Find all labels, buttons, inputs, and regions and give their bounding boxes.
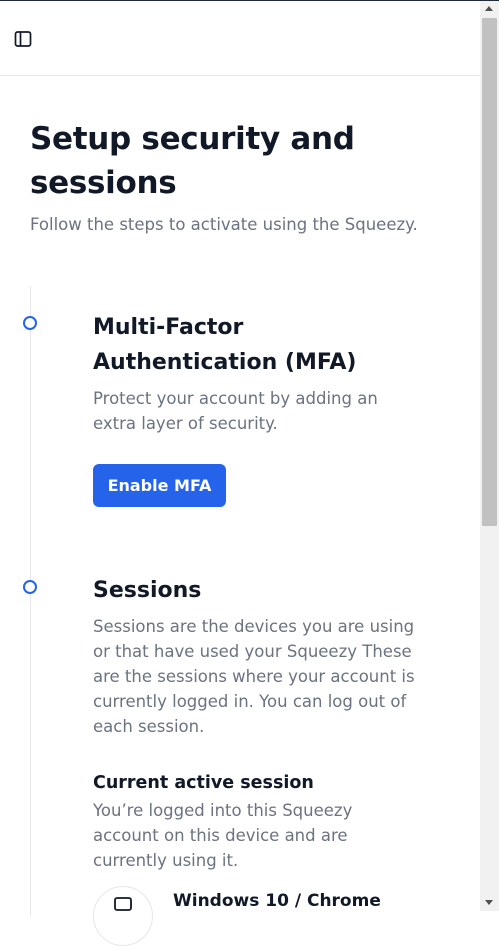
enable-mfa-button[interactable]: Enable MFA: [93, 464, 226, 507]
sessions-step-title: Sessions: [93, 578, 202, 603]
current-session-heading: Current active session: [93, 773, 314, 793]
timeline-line: [30, 286, 31, 916]
device-name: Windows 10 / Chrome: [173, 891, 381, 911]
mfa-step-description: Protect your account by adding an extra …: [93, 389, 378, 433]
sessions-step-description: Sessions are the devices you are using o…: [93, 617, 415, 736]
sidebar-toggle-button[interactable]: [13, 29, 33, 49]
top-bar: [0, 1, 480, 76]
timeline-dot-mfa: [23, 316, 37, 330]
page-subtitle: Follow the steps to activate using the S…: [30, 215, 418, 234]
scrollbar-thumb[interactable]: [482, 18, 497, 526]
timeline-dot-sessions: [23, 580, 37, 594]
page-title: Setup security and sessions: [30, 121, 355, 201]
mfa-step-title: Multi-Factor Authentication (MFA): [93, 315, 357, 375]
current-session-description: You’re logged into this Squeezy account …: [93, 801, 353, 870]
sidebar-panel-icon: [14, 31, 32, 47]
scroll-down-arrow-icon[interactable]: [485, 900, 493, 905]
monitor-icon: [114, 897, 132, 911]
device-avatar: [93, 886, 153, 946]
scroll-up-arrow-icon[interactable]: [485, 6, 493, 11]
